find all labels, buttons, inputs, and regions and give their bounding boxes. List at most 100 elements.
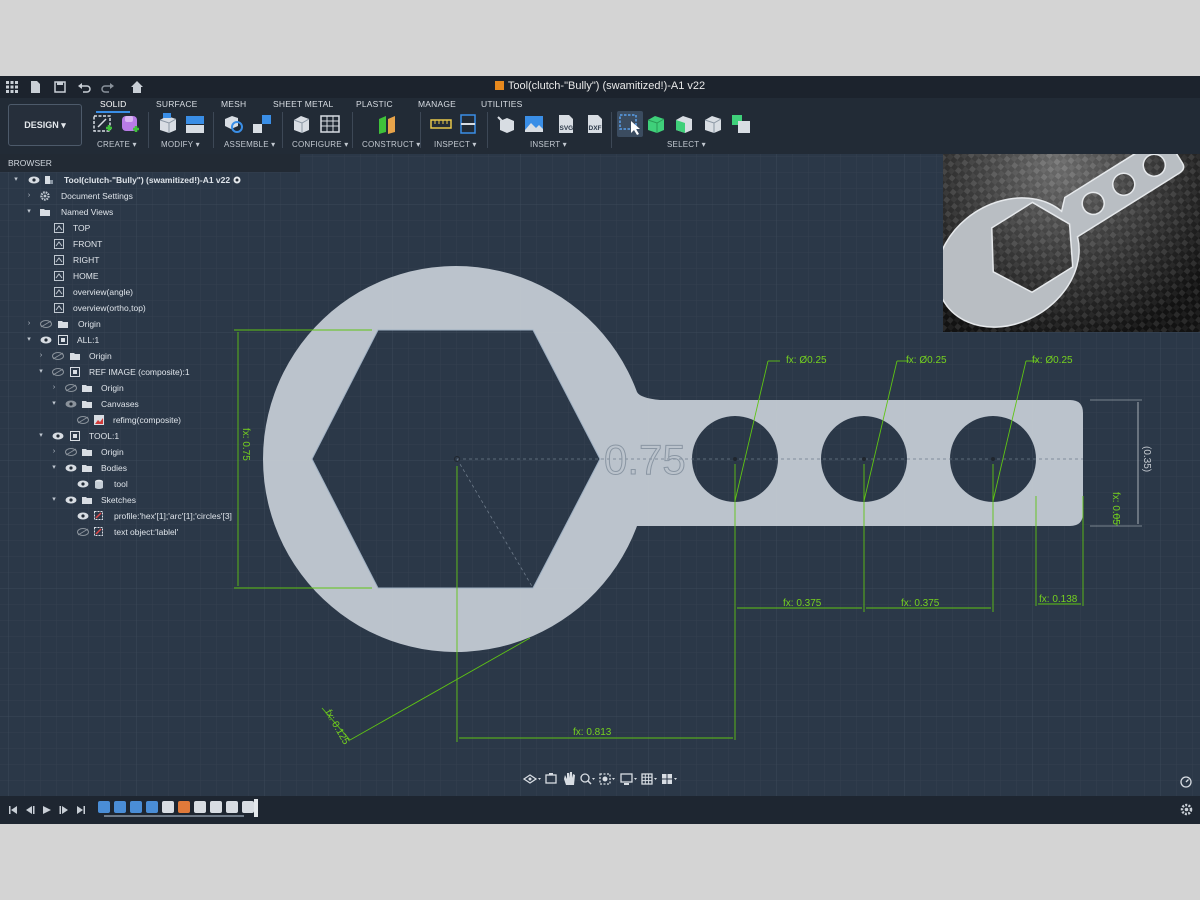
group-assemble[interactable]: ASSEMBLE ▾ (224, 140, 275, 149)
tree-item-named-views[interactable]: ▾ Named Views (0, 204, 300, 220)
create-form-icon[interactable] (119, 113, 141, 135)
visibility-eye-icon[interactable] (28, 176, 40, 184)
dimension-handle-width[interactable]: (0.35) (1141, 446, 1152, 472)
step-forward-icon[interactable] (59, 805, 69, 815)
tree-item-origin[interactable]: › Origin (0, 316, 300, 332)
tree-item-document-settings[interactable]: › Document Settings (0, 188, 300, 204)
tree-root[interactable]: ▾ Tool(clutch-"Bully") (swamitized!)-A1 … (0, 172, 300, 188)
press-pull-icon[interactable] (157, 113, 179, 135)
tree-item-refimg[interactable]: refimg(composite) (0, 412, 300, 428)
named-view-overview-angle[interactable]: overview(angle) (0, 284, 300, 300)
timeline-feature[interactable] (194, 801, 206, 813)
hidden-eye-icon[interactable] (77, 528, 89, 536)
select-edge-icon[interactable] (702, 113, 724, 135)
offset-plane-icon[interactable] (376, 113, 398, 135)
insert-dxf-icon[interactable]: DXF (584, 113, 606, 135)
tree-item-sketch-profile[interactable]: profile:'hex'[1];'arc'[1];'circles'[3] (0, 508, 300, 524)
dimension-spacing-2[interactable]: fx: 0.375 (901, 598, 940, 609)
collapse-arrow-icon[interactable]: ▾ (25, 332, 33, 348)
visibility-eye-icon[interactable] (65, 496, 77, 504)
group-insert[interactable]: INSERT ▾ (530, 140, 567, 149)
group-construct[interactable]: CONSTRUCT ▾ (362, 140, 421, 149)
timeline-feature[interactable] (162, 801, 174, 813)
timeline-feature[interactable] (210, 801, 222, 813)
fillet-icon[interactable] (184, 113, 206, 135)
grid-settings-icon[interactable] (641, 773, 657, 785)
timeline-feature[interactable] (146, 801, 158, 813)
tree-item-bodies[interactable]: ▾ Bodies (0, 460, 300, 476)
tree-item-canvases[interactable]: ▾ Canvases (0, 396, 300, 412)
named-view-home[interactable]: HOME (0, 268, 300, 284)
visibility-eye-icon[interactable] (40, 336, 52, 344)
workspace-switcher-button[interactable]: DESIGN ▾ (8, 104, 82, 146)
timeline-feature[interactable] (114, 801, 126, 813)
timeline-feature[interactable] (226, 801, 238, 813)
timeline-feature[interactable] (178, 801, 190, 813)
expand-arrow-icon[interactable]: › (25, 316, 33, 332)
zoom-icon[interactable] (580, 773, 595, 785)
select-body-icon[interactable] (645, 113, 667, 135)
insert-canvas-icon[interactable] (523, 113, 545, 135)
expand-arrow-icon[interactable]: › (25, 188, 33, 204)
measure-icon[interactable] (430, 113, 452, 135)
insert-svg-icon[interactable]: SVG (555, 113, 577, 135)
tree-item-sketch-text[interactable]: text object:'lablel' (0, 524, 300, 540)
collapse-arrow-icon[interactable]: ▾ (12, 172, 20, 188)
orbit-icon[interactable] (522, 774, 541, 784)
configure-icon[interactable] (291, 113, 313, 135)
tree-item-tool-origin[interactable]: › Origin (0, 444, 300, 460)
collapse-arrow-icon[interactable]: ▾ (25, 204, 33, 220)
hidden-eye-icon[interactable] (52, 368, 64, 376)
tree-item-sketches[interactable]: ▾ Sketches (0, 492, 300, 508)
named-view-top[interactable]: TOP (0, 220, 300, 236)
tree-item-ref-image[interactable]: ▾ REF IMAGE (composite):1 (0, 364, 300, 380)
tree-item-all[interactable]: ▾ ALL:1 (0, 332, 300, 348)
named-view-overview-ortho[interactable]: overview(ortho,top) (0, 300, 300, 316)
hidden-eye-icon[interactable] (65, 448, 77, 456)
browser-header[interactable]: BROWSER (0, 154, 300, 172)
new-component-icon[interactable] (223, 113, 245, 135)
select-face-icon[interactable] (673, 113, 695, 135)
tree-item-ref-origin[interactable]: › Origin (0, 380, 300, 396)
dimension-hole-3-diameter[interactable]: fx: Ø0.25 (1032, 355, 1073, 366)
timeline-marker[interactable] (254, 799, 258, 817)
tab-plastic[interactable]: PLASTIC (356, 99, 393, 109)
configuration-table-icon[interactable] (319, 113, 341, 135)
visibility-eye-icon[interactable] (65, 464, 77, 472)
step-back-icon[interactable] (25, 805, 35, 815)
fit-icon[interactable] (599, 773, 615, 785)
tab-mesh[interactable]: MESH (221, 99, 246, 109)
timeline-feature[interactable] (98, 801, 110, 813)
play-icon[interactable] (42, 805, 52, 815)
group-configure[interactable]: CONFIGURE ▾ (292, 140, 348, 149)
expand-arrow-icon[interactable]: › (50, 380, 58, 396)
hidden-eye-icon[interactable] (40, 320, 52, 328)
tab-manage[interactable]: MANAGE (418, 99, 456, 109)
tab-solid[interactable]: SOLID (100, 99, 127, 109)
tree-item-tool-body[interactable]: tool (0, 476, 300, 492)
engraved-label[interactable]: 0.75 (604, 436, 687, 484)
dimension-hole-1-diameter[interactable]: fx: Ø0.25 (786, 355, 827, 366)
section-analysis-icon[interactable] (457, 113, 479, 135)
visibility-eye-icon[interactable] (77, 512, 89, 520)
group-select[interactable]: SELECT ▾ (667, 140, 706, 149)
tree-item-all-origin[interactable]: › Origin (0, 348, 300, 364)
timeline-settings-gear-icon[interactable] (1180, 803, 1193, 816)
dimension-corner-radius[interactable]: fx: 0.05 (1110, 492, 1121, 525)
collapse-arrow-icon[interactable]: ▾ (50, 460, 58, 476)
dimension-spacing-1[interactable]: fx: 0.375 (783, 598, 822, 609)
tab-surface[interactable]: SURFACE (156, 99, 198, 109)
tab-utilities[interactable]: UTILITIES (481, 99, 522, 109)
display-settings-icon[interactable] (620, 773, 637, 785)
expand-arrow-icon[interactable]: › (50, 444, 58, 460)
select-priority-icon[interactable] (730, 113, 752, 135)
collapse-arrow-icon[interactable]: ▾ (37, 428, 45, 444)
pan-icon[interactable] (564, 772, 575, 785)
joint-icon[interactable] (251, 113, 273, 135)
dimension-end-offset[interactable]: fx: 0.138 (1039, 594, 1078, 605)
named-view-front[interactable]: FRONT (0, 236, 300, 252)
go-to-end-icon[interactable] (76, 805, 86, 815)
insert-derive-icon[interactable] (496, 113, 518, 135)
viewports-icon[interactable] (662, 774, 677, 784)
tab-sheet-metal[interactable]: SHEET METAL (273, 99, 333, 109)
